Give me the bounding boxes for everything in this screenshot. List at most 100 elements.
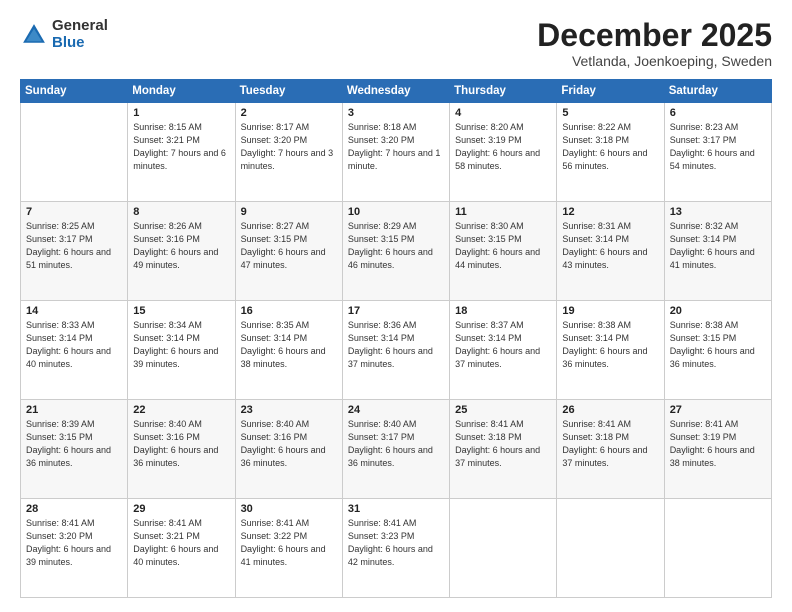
day-number: 11 xyxy=(455,206,551,218)
day-number: 5 xyxy=(562,107,658,119)
day-info: Sunrise: 8:23 AM Sunset: 3:17 PM Dayligh… xyxy=(670,121,766,173)
day-info: Sunrise: 8:26 AM Sunset: 3:16 PM Dayligh… xyxy=(133,220,229,272)
page-header: General Blue December 2025 Vetlanda, Joe… xyxy=(20,18,772,69)
day-number: 12 xyxy=(562,206,658,218)
col-saturday: Saturday xyxy=(664,80,771,103)
day-info: Sunrise: 8:35 AM Sunset: 3:14 PM Dayligh… xyxy=(241,319,337,371)
calendar-week-row: 28 Sunrise: 8:41 AM Sunset: 3:20 PM Dayli… xyxy=(21,499,772,598)
day-number: 15 xyxy=(133,305,229,317)
day-number: 24 xyxy=(348,404,444,416)
calendar-cell: 19Sunrise: 8:38 AM Sunset: 3:14 PM Dayli… xyxy=(557,301,664,400)
logo-icon xyxy=(20,21,48,49)
day-info: Sunrise: 8:29 AM Sunset: 3:15 PM Dayligh… xyxy=(348,220,444,272)
day-info: Sunrise: 8:40 AM Sunset: 3:16 PM Dayligh… xyxy=(133,418,229,470)
day-info: Sunrise: 8:40 AM Sunset: 3:17 PM Dayligh… xyxy=(348,418,444,470)
calendar-cell: 20 Sunrise: 8:38 AM Sunset: 3:15 PM Dayli… xyxy=(664,301,771,400)
calendar-cell: 26 Sunrise: 8:41 AM Sunset: 3:18 PM Dayli… xyxy=(557,400,664,499)
calendar-cell: 12 Sunrise: 8:31 AM Sunset: 3:14 PM Dayli… xyxy=(557,202,664,301)
location-subtitle: Vetlanda, Joenkoeping, Sweden xyxy=(537,53,772,69)
calendar-cell: 15 Sunrise: 8:34 AM Sunset: 3:14 PM Dayli… xyxy=(128,301,235,400)
day-info: Sunrise: 8:31 AM Sunset: 3:14 PM Dayligh… xyxy=(562,220,658,272)
calendar-cell: 28 Sunrise: 8:41 AM Sunset: 3:20 PM Dayli… xyxy=(21,499,128,598)
day-info: Sunrise: 8:25 AM Sunset: 3:17 PM Dayligh… xyxy=(26,220,122,272)
col-friday: Friday xyxy=(557,80,664,103)
day-info: Sunrise: 8:41 AM Sunset: 3:18 PM Dayligh… xyxy=(455,418,551,470)
day-number: 7 xyxy=(26,206,122,218)
day-info: Sunrise: 8:38 AM Sunset: 3:15 PM Dayligh… xyxy=(670,319,766,371)
day-number: 30 xyxy=(241,503,337,515)
day-number: 20 xyxy=(670,305,766,317)
logo: General Blue xyxy=(20,18,108,51)
calendar-cell xyxy=(450,499,557,598)
day-info: Sunrise: 8:36 AM Sunset: 3:14 PM Dayligh… xyxy=(348,319,444,371)
day-number: 6 xyxy=(670,107,766,119)
day-info: Sunrise: 8:22 AM Sunset: 3:18 PM Dayligh… xyxy=(562,121,658,173)
calendar-cell: 10 Sunrise: 8:29 AM Sunset: 3:15 PM Dayli… xyxy=(342,202,449,301)
calendar-cell: 4Sunrise: 8:20 AM Sunset: 3:19 PM Daylig… xyxy=(450,103,557,202)
day-info: Sunrise: 8:15 AM Sunset: 3:21 PM Dayligh… xyxy=(133,121,229,173)
calendar-cell: 3 Sunrise: 8:18 AM Sunset: 3:20 PM Daylig… xyxy=(342,103,449,202)
col-thursday: Thursday xyxy=(450,80,557,103)
day-info: Sunrise: 8:32 AM Sunset: 3:14 PM Dayligh… xyxy=(670,220,766,272)
calendar-cell: 22 Sunrise: 8:40 AM Sunset: 3:16 PM Dayli… xyxy=(128,400,235,499)
day-info: Sunrise: 8:20 AM Sunset: 3:19 PM Dayligh… xyxy=(455,121,551,173)
calendar-week-row: 1Sunrise: 8:15 AM Sunset: 3:21 PM Daylig… xyxy=(21,103,772,202)
day-number: 23 xyxy=(241,404,337,416)
day-info: Sunrise: 8:33 AM Sunset: 3:14 PM Dayligh… xyxy=(26,319,122,371)
day-number: 25 xyxy=(455,404,551,416)
col-monday: Monday xyxy=(128,80,235,103)
calendar-cell xyxy=(557,499,664,598)
day-number: 26 xyxy=(562,404,658,416)
day-number: 2 xyxy=(241,107,337,119)
day-info: Sunrise: 8:30 AM Sunset: 3:15 PM Dayligh… xyxy=(455,220,551,272)
day-info: Sunrise: 8:41 AM Sunset: 3:20 PM Dayligh… xyxy=(26,517,122,569)
day-number: 8 xyxy=(133,206,229,218)
day-number: 9 xyxy=(241,206,337,218)
calendar-cell: 30 Sunrise: 8:41 AM Sunset: 3:22 PM Dayli… xyxy=(235,499,342,598)
day-number: 31 xyxy=(348,503,444,515)
day-number: 10 xyxy=(348,206,444,218)
day-number: 21 xyxy=(26,404,122,416)
calendar-cell: 25 Sunrise: 8:41 AM Sunset: 3:18 PM Dayli… xyxy=(450,400,557,499)
logo-general-text: General xyxy=(52,18,108,35)
day-number: 28 xyxy=(26,503,122,515)
calendar-cell: 9 Sunrise: 8:27 AM Sunset: 3:15 PM Daylig… xyxy=(235,202,342,301)
calendar-cell: 6 Sunrise: 8:23 AM Sunset: 3:17 PM Daylig… xyxy=(664,103,771,202)
day-number: 13 xyxy=(670,206,766,218)
month-title: December 2025 xyxy=(537,18,772,53)
calendar-cell xyxy=(664,499,771,598)
calendar-cell: 5 Sunrise: 8:22 AM Sunset: 3:18 PM Daylig… xyxy=(557,103,664,202)
calendar-cell: 27 Sunrise: 8:41 AM Sunset: 3:19 PM Dayli… xyxy=(664,400,771,499)
calendar-cell: 7 Sunrise: 8:25 AM Sunset: 3:17 PM Daylig… xyxy=(21,202,128,301)
day-info: Sunrise: 8:41 AM Sunset: 3:22 PM Dayligh… xyxy=(241,517,337,569)
calendar-cell xyxy=(21,103,128,202)
calendar-table: Sunday Monday Tuesday Wednesday Thursday… xyxy=(20,79,772,598)
calendar-cell: 31Sunrise: 8:41 AM Sunset: 3:23 PM Dayli… xyxy=(342,499,449,598)
calendar-header-row: Sunday Monday Tuesday Wednesday Thursday… xyxy=(21,80,772,103)
day-number: 3 xyxy=(348,107,444,119)
day-info: Sunrise: 8:41 AM Sunset: 3:19 PM Dayligh… xyxy=(670,418,766,470)
title-block: December 2025 Vetlanda, Joenkoeping, Swe… xyxy=(537,18,772,69)
col-wednesday: Wednesday xyxy=(342,80,449,103)
day-info: Sunrise: 8:41 AM Sunset: 3:21 PM Dayligh… xyxy=(133,517,229,569)
day-info: Sunrise: 8:18 AM Sunset: 3:20 PM Dayligh… xyxy=(348,121,444,173)
calendar-week-row: 21 Sunrise: 8:39 AM Sunset: 3:15 PM Dayli… xyxy=(21,400,772,499)
calendar-week-row: 14 Sunrise: 8:33 AM Sunset: 3:14 PM Dayli… xyxy=(21,301,772,400)
calendar-cell: 24 Sunrise: 8:40 AM Sunset: 3:17 PM Dayli… xyxy=(342,400,449,499)
day-number: 14 xyxy=(26,305,122,317)
day-number: 27 xyxy=(670,404,766,416)
calendar-cell: 21 Sunrise: 8:39 AM Sunset: 3:15 PM Dayli… xyxy=(21,400,128,499)
day-info: Sunrise: 8:41 AM Sunset: 3:18 PM Dayligh… xyxy=(562,418,658,470)
day-number: 29 xyxy=(133,503,229,515)
day-info: Sunrise: 8:39 AM Sunset: 3:15 PM Dayligh… xyxy=(26,418,122,470)
calendar-cell: 14 Sunrise: 8:33 AM Sunset: 3:14 PM Dayli… xyxy=(21,301,128,400)
day-info: Sunrise: 8:27 AM Sunset: 3:15 PM Dayligh… xyxy=(241,220,337,272)
day-number: 17 xyxy=(348,305,444,317)
day-info: Sunrise: 8:34 AM Sunset: 3:14 PM Dayligh… xyxy=(133,319,229,371)
day-info: Sunrise: 8:37 AM Sunset: 3:14 PM Dayligh… xyxy=(455,319,551,371)
col-sunday: Sunday xyxy=(21,80,128,103)
calendar-cell: 2Sunrise: 8:17 AM Sunset: 3:20 PM Daylig… xyxy=(235,103,342,202)
calendar-cell: 23Sunrise: 8:40 AM Sunset: 3:16 PM Dayli… xyxy=(235,400,342,499)
day-number: 22 xyxy=(133,404,229,416)
day-info: Sunrise: 8:38 AM Sunset: 3:14 PM Dayligh… xyxy=(562,319,658,371)
